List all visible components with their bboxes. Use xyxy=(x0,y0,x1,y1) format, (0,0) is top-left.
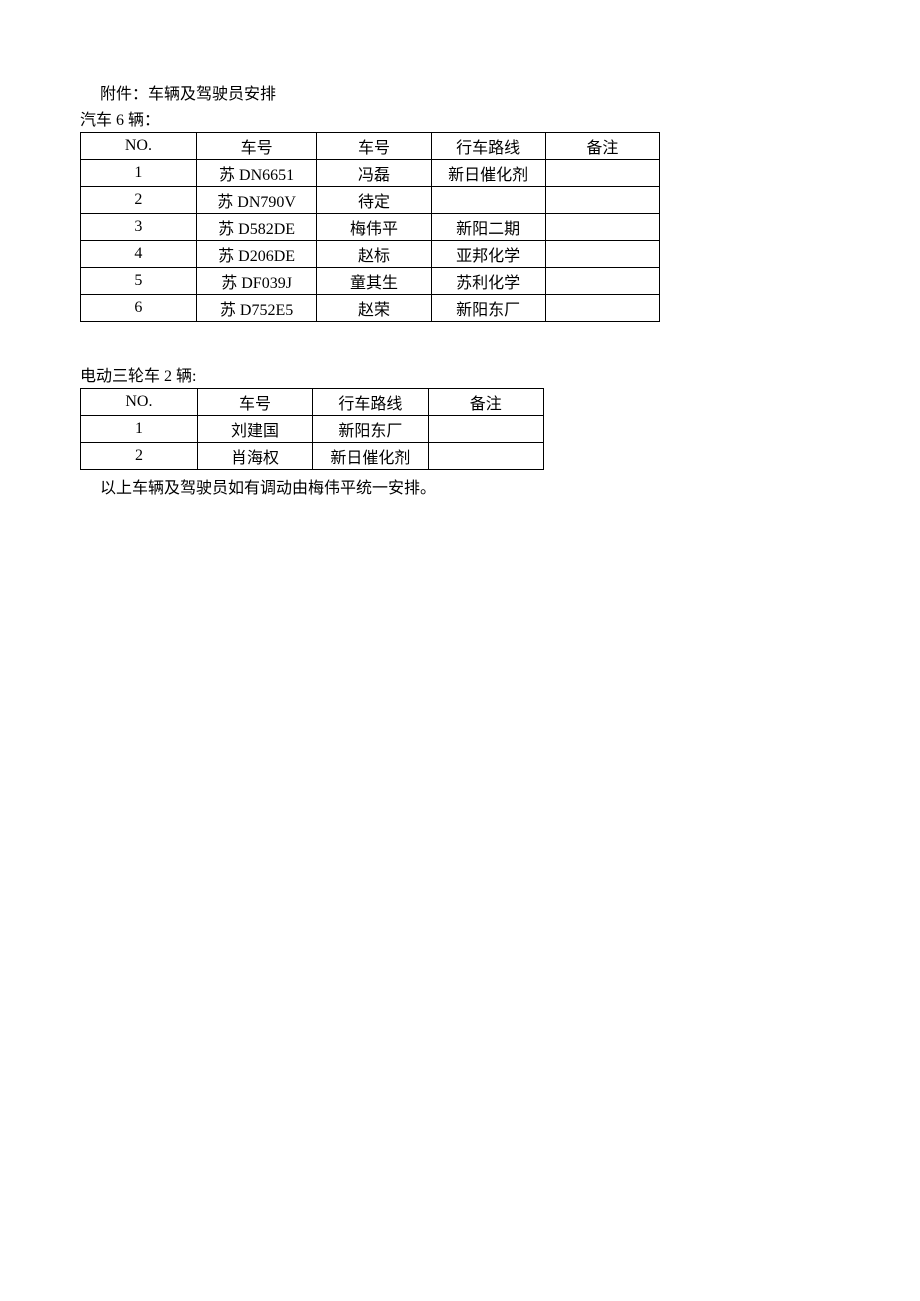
cell-plate: 苏 DN6651 xyxy=(196,160,317,187)
col-no: NO. xyxy=(81,133,197,160)
cell-no: 3 xyxy=(81,214,197,241)
col-plate: 车号 xyxy=(196,133,317,160)
cell-remark xyxy=(545,241,659,268)
section2-subtitle: 电动三轮车 2 辆: xyxy=(80,362,840,386)
footer-note: 以上车辆及驾驶员如有调动由梅伟平统一安排。 xyxy=(100,474,840,498)
cell-route xyxy=(431,187,545,214)
col-route: 行车路线 xyxy=(313,389,428,416)
cell-driver: 赵标 xyxy=(317,241,431,268)
section1-subtitle: 汽车 6 辆： xyxy=(80,106,840,130)
cars-table: NO. 车号 车号 行车路线 备注 1 苏 DN6651 冯磊 新日催化剂 2 … xyxy=(80,132,660,322)
cell-no: 6 xyxy=(81,295,197,322)
cell-driver: 肖海权 xyxy=(197,443,312,470)
cell-remark xyxy=(545,214,659,241)
table-row: 2 肖海权 新日催化剂 xyxy=(81,443,544,470)
col-driver: 车号 xyxy=(197,389,312,416)
table-row: 3 苏 D582DE 梅伟平 新阳二期 xyxy=(81,214,660,241)
cell-route: 苏利化学 xyxy=(431,268,545,295)
table-row: 2 苏 DN790V 待定 xyxy=(81,187,660,214)
cell-driver: 赵荣 xyxy=(317,295,431,322)
cell-plate: 苏 D206DE xyxy=(196,241,317,268)
cell-route: 新日催化剂 xyxy=(431,160,545,187)
col-remark: 备注 xyxy=(545,133,659,160)
cell-route: 新阳东厂 xyxy=(431,295,545,322)
col-route: 行车路线 xyxy=(431,133,545,160)
cell-driver: 待定 xyxy=(317,187,431,214)
table-header-row: NO. 车号 车号 行车路线 备注 xyxy=(81,133,660,160)
cell-no: 1 xyxy=(81,160,197,187)
col-remark: 备注 xyxy=(428,389,543,416)
col-driver: 车号 xyxy=(317,133,431,160)
cell-driver: 梅伟平 xyxy=(317,214,431,241)
cell-remark xyxy=(545,268,659,295)
table-row: 6 苏 D752E5 赵荣 新阳东厂 xyxy=(81,295,660,322)
cell-plate: 苏 DN790V xyxy=(196,187,317,214)
cell-no: 1 xyxy=(81,416,198,443)
cell-no: 4 xyxy=(81,241,197,268)
cell-remark xyxy=(545,160,659,187)
cell-route: 新日催化剂 xyxy=(313,443,428,470)
document-title: 附件：车辆及驾驶员安排 xyxy=(100,80,840,104)
col-no: NO. xyxy=(81,389,198,416)
table-row: 5 苏 DF039J 童其生 苏利化学 xyxy=(81,268,660,295)
cell-no: 5 xyxy=(81,268,197,295)
cell-route: 新阳二期 xyxy=(431,214,545,241)
table-row: 4 苏 D206DE 赵标 亚邦化学 xyxy=(81,241,660,268)
cell-remark xyxy=(428,416,543,443)
cell-driver: 冯磊 xyxy=(317,160,431,187)
cell-plate: 苏 DF039J xyxy=(196,268,317,295)
cell-route: 新阳东厂 xyxy=(313,416,428,443)
tricycles-table: NO. 车号 行车路线 备注 1 刘建国 新阳东厂 2 肖海权 新日催化剂 xyxy=(80,388,544,470)
cell-plate: 苏 D582DE xyxy=(196,214,317,241)
table-row: 1 苏 DN6651 冯磊 新日催化剂 xyxy=(81,160,660,187)
cell-route: 亚邦化学 xyxy=(431,241,545,268)
cell-driver: 童其生 xyxy=(317,268,431,295)
cell-driver: 刘建国 xyxy=(197,416,312,443)
table-header-row: NO. 车号 行车路线 备注 xyxy=(81,389,544,416)
cell-remark xyxy=(545,187,659,214)
table-row: 1 刘建国 新阳东厂 xyxy=(81,416,544,443)
cell-remark xyxy=(428,443,543,470)
cell-plate: 苏 D752E5 xyxy=(196,295,317,322)
cell-no: 2 xyxy=(81,443,198,470)
cell-no: 2 xyxy=(81,187,197,214)
cell-remark xyxy=(545,295,659,322)
